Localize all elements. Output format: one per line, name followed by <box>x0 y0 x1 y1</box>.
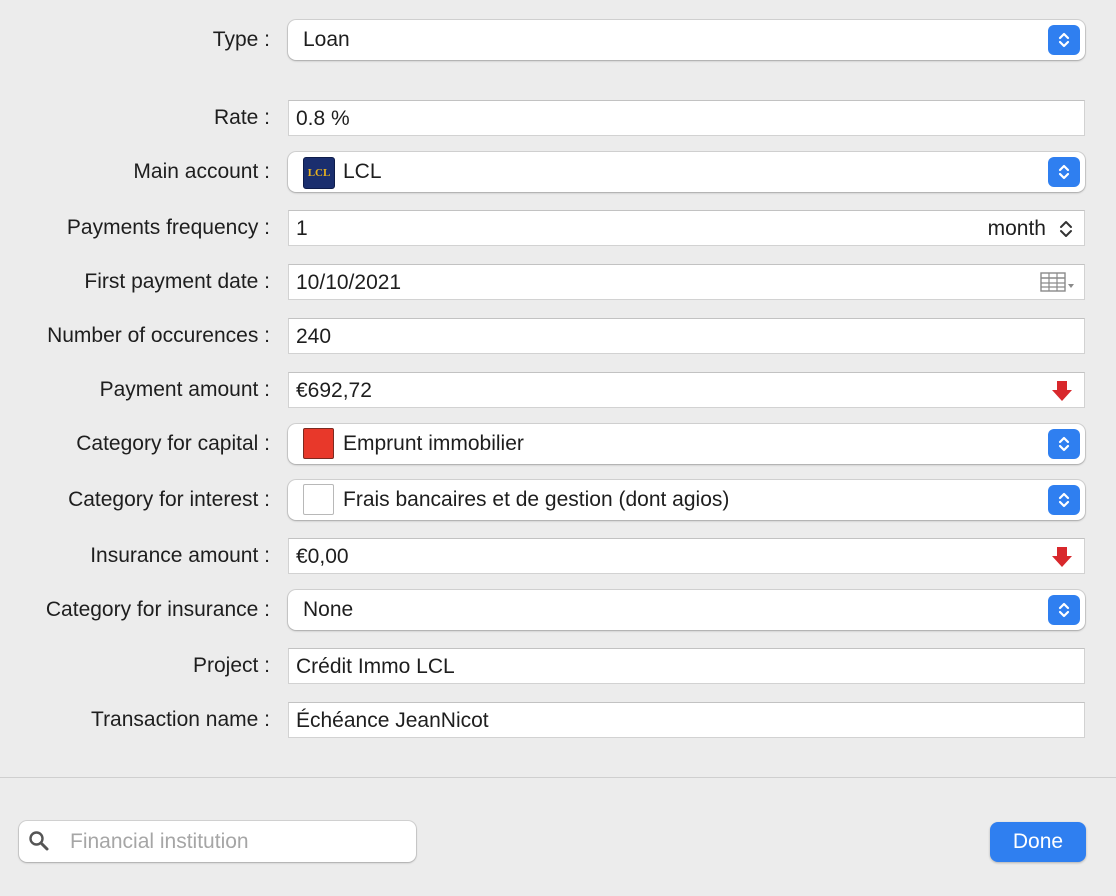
category-insurance-value: None <box>303 598 354 621</box>
frequency-unit-stepper-icon[interactable] <box>1059 218 1073 240</box>
category-interest-popup[interactable]: Frais bancaires et de gestion (dont agio… <box>288 480 1085 520</box>
rate-label: Rate : <box>213 106 270 129</box>
interest-color-swatch <box>303 484 334 515</box>
number-of-occurences-value: 240 <box>296 325 332 348</box>
transaction-name-label: Transaction name : <box>91 708 270 731</box>
type-stepper-icon[interactable] <box>1048 25 1080 55</box>
category-capital-popup[interactable]: Emprunt immobilier <box>288 424 1085 464</box>
category-capital-value: Emprunt immobilier <box>343 432 524 455</box>
category-capital-label: Category for capital : <box>76 432 270 455</box>
capital-color-swatch <box>303 428 334 459</box>
insurance-down-arrow-icon[interactable] <box>1050 545 1074 569</box>
insurance-amount-label: Insurance amount : <box>90 544 270 567</box>
main-account-stepper-icon[interactable] <box>1048 157 1080 187</box>
category-interest-stepper-icon[interactable] <box>1048 485 1080 515</box>
category-interest-label: Category for interest : <box>68 488 270 511</box>
lcl-bank-logo-icon: LCL <box>303 157 335 189</box>
project-field[interactable]: Crédit Immo LCL <box>288 648 1085 684</box>
number-of-occurences-label: Number of occurences : <box>47 324 270 347</box>
category-insurance-label: Category for insurance : <box>45 598 270 621</box>
category-insurance-stepper-icon[interactable] <box>1048 595 1080 625</box>
rate-field[interactable]: 0.8 % <box>288 100 1085 136</box>
done-button[interactable]: Done <box>990 822 1086 862</box>
payments-frequency-field[interactable]: 1 month <box>288 210 1085 246</box>
category-interest-value: Frais bancaires et de gestion (dont agio… <box>343 488 730 511</box>
payments-frequency-label: Payments frequency : <box>66 216 270 239</box>
insurance-amount-field[interactable]: €0,00 <box>288 538 1085 574</box>
project-label: Project : <box>192 654 270 677</box>
type-popup[interactable]: Loan <box>288 20 1085 60</box>
transaction-name-value: Échéance JeanNicot <box>296 709 489 732</box>
rate-value: 0.8 % <box>296 107 350 130</box>
transaction-name-field[interactable]: Échéance JeanNicot <box>288 702 1085 738</box>
category-capital-stepper-icon[interactable] <box>1048 429 1080 459</box>
calendar-icon[interactable] <box>1040 272 1076 294</box>
search-icon <box>29 831 49 851</box>
type-label: Type : <box>212 28 270 51</box>
insurance-amount-value: €0,00 <box>296 545 349 568</box>
payments-frequency-value: 1 <box>296 217 308 240</box>
frequency-unit-select[interactable]: month <box>988 217 1046 241</box>
main-account-popup[interactable]: LCL LCL <box>288 152 1085 192</box>
type-value: Loan <box>303 28 350 51</box>
first-payment-date-value: 10/10/2021 <box>296 271 402 294</box>
search-placeholder: Financial institution <box>70 830 249 853</box>
footer-divider <box>0 777 1116 778</box>
main-account-value: LCL <box>343 160 382 183</box>
number-of-occurences-field[interactable]: 240 <box>288 318 1085 354</box>
expense-down-arrow-icon[interactable] <box>1050 379 1074 403</box>
first-payment-date-label: First payment date : <box>84 270 270 293</box>
category-insurance-popup[interactable]: None <box>288 590 1085 630</box>
financial-institution-search-field[interactable]: Financial institution <box>19 821 416 862</box>
payment-amount-label: Payment amount : <box>99 378 270 401</box>
first-payment-date-field[interactable]: 10/10/2021 <box>288 264 1085 300</box>
main-account-label: Main account : <box>133 160 270 183</box>
payment-amount-field[interactable]: €692,72 <box>288 372 1085 408</box>
payment-amount-value: €692,72 <box>296 379 372 402</box>
project-value: Crédit Immo LCL <box>296 655 455 678</box>
